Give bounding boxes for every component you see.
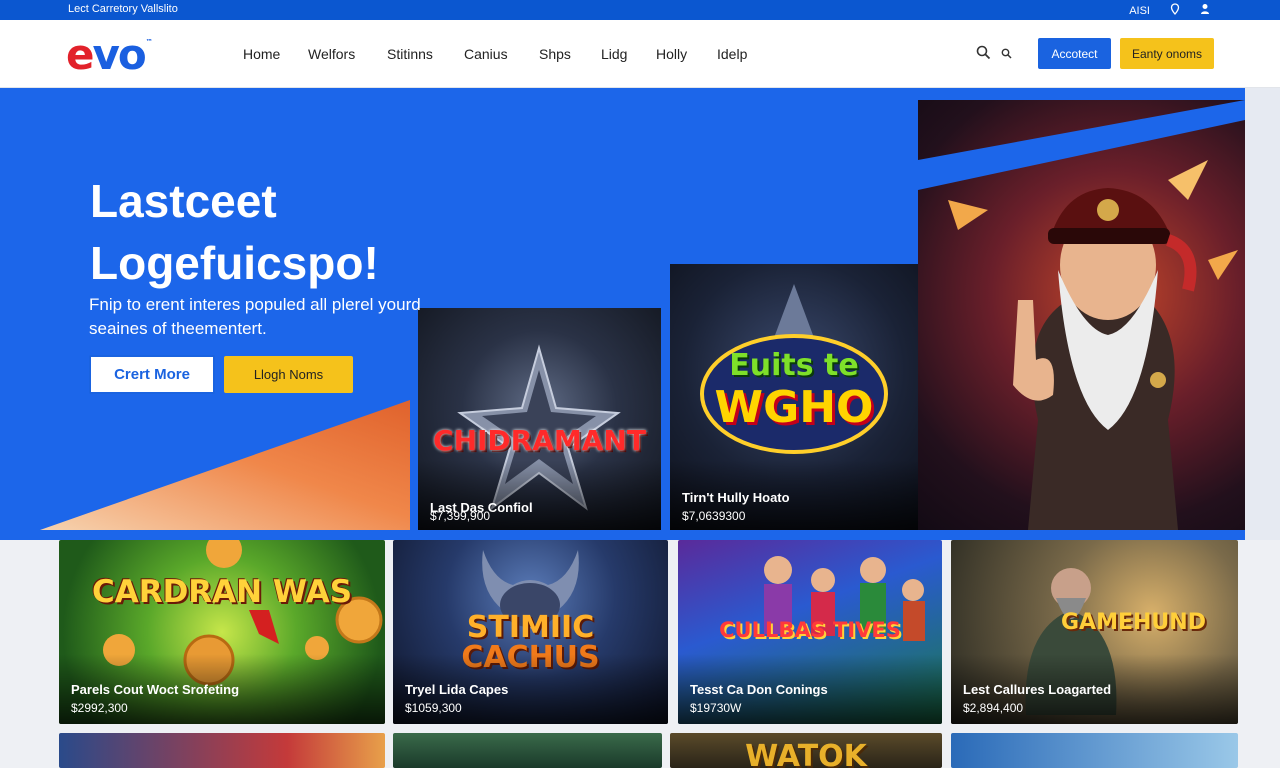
main-nav: Home Welfors Stitinns Canius Shps Lidg H… (243, 46, 747, 62)
game-card[interactable] (393, 733, 662, 768)
user-icon[interactable] (1200, 3, 1210, 18)
game-logo: CULLBAS TIVES (719, 618, 901, 642)
game-card-title: Parels Cout Woct Srofeting (71, 682, 240, 697)
game-card[interactable]: CARDRAN WAS Parels Cout Woct Srofeting $… (59, 540, 385, 724)
nav-item-idelp[interactable]: Idelp (717, 46, 747, 62)
utility-bar-right: AISI (1129, 3, 1210, 18)
hero-title: Lastceet Logefuicspo! (90, 175, 379, 289)
game-logo: CHIDRAMANT (433, 424, 646, 457)
location-icon[interactable] (1170, 3, 1180, 18)
game-logo: GAMEHUND (1061, 610, 1206, 635)
featured-game-tile[interactable] (918, 100, 1245, 530)
game-card[interactable]: GAMEHUND Lest Callures Loagarted $2,894,… (951, 540, 1238, 724)
featured-game-tile[interactable]: Euits te WGHO Tirn't Hully Hoato $7,0639… (670, 264, 918, 530)
hero-primary-button[interactable]: Crert More (89, 355, 215, 394)
game-card[interactable]: STIMIIC CACHUS Tryel Lida Capes $1059,30… (393, 540, 668, 724)
game-card-title: Tesst Ca Don Conings (690, 682, 828, 697)
signup-button[interactable]: Eanty onoms (1120, 38, 1214, 69)
utility-bar-text: Lect Carretory Vallslito (68, 3, 178, 15)
game-card-price: $2992,300 (71, 701, 128, 715)
search-icon[interactable] (976, 45, 991, 65)
nav-item-shps[interactable]: Shps (539, 46, 601, 62)
language-selector[interactable]: AISI (1129, 5, 1150, 17)
game-logo-bottom: WGHO (714, 382, 874, 433)
hero-secondary-button[interactable]: Llogh Noms (224, 356, 353, 393)
nav-item-lidg[interactable]: Lidg (601, 46, 656, 62)
header-icons (976, 45, 1012, 65)
game-logo: CARDRAN WAS (91, 574, 353, 610)
top-utility-bar: Lect Carretory Vallslito AISI (0, 0, 1280, 20)
nav-item-canius[interactable]: Canius (464, 46, 539, 62)
evo-logo[interactable]: evo ™ (66, 30, 153, 79)
account-button[interactable]: Accotect (1038, 38, 1111, 69)
game-card[interactable]: CULLBAS TIVES Tesst Ca Don Conings $1973… (678, 540, 942, 724)
game-caption: Tirn't Hully Hoato (682, 490, 790, 505)
game-price: $7,399,900 (430, 509, 491, 523)
game-price: $7,0639300 (682, 509, 746, 523)
game-logo: WATOK (745, 739, 867, 768)
game-card[interactable] (951, 733, 1238, 768)
game-card[interactable]: WATOK (670, 733, 942, 768)
nav-item-holly[interactable]: Holly (656, 46, 717, 62)
game-card[interactable] (59, 733, 385, 768)
search-small-icon[interactable] (1001, 46, 1012, 64)
game-card-price: $2,894,400 (963, 701, 1024, 715)
nav-item-stitinns[interactable]: Stitinns (387, 46, 464, 62)
nav-item-welfors[interactable]: Welfors (308, 46, 387, 62)
nav-item-home[interactable]: Home (243, 46, 308, 62)
game-card-title: Lest Callures Loagarted (963, 682, 1112, 697)
game-logo-top: Euits te (729, 348, 859, 383)
wizard-character-icon (918, 100, 1245, 530)
game-card-title: Tryel Lida Capes (405, 682, 509, 697)
game-card-price: $19730W (690, 701, 742, 715)
featured-game-tile[interactable]: CHIDRAMANT Last Das Confiol $7,399,900 (418, 308, 661, 530)
game-card-price: $1059,300 (405, 701, 462, 715)
hero-banner: CHIDRAMANT Last Das Confiol $7,399,900 E… (0, 88, 1280, 540)
main-header: evo ™ Home Welfors Stitinns Canius Shps L… (0, 20, 1280, 88)
hero-subtitle: Fnip to erent interes populed all plerel… (89, 295, 421, 338)
